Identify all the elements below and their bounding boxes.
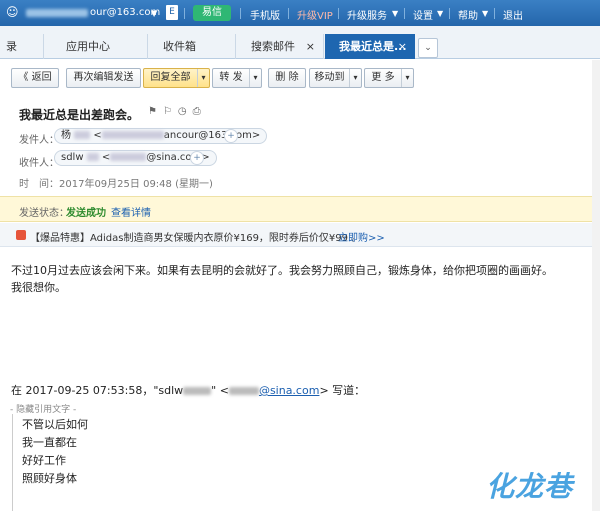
ad-buy-link[interactable]: 立即购>>: [338, 229, 385, 244]
quote-line: 照顾好身体: [22, 472, 77, 485]
more-label: 更 多: [371, 72, 395, 83]
from-label: 发件人：: [19, 135, 59, 146]
move-chevron-down-icon[interactable]: ▾: [349, 69, 361, 87]
to-label: 收件人：: [19, 158, 59, 169]
quote-prefix: 在 2017-09-25 07:53:58，"sdlw: [11, 384, 184, 397]
quote-header: 在 2017-09-25 07:53:58，"sdlw " < @sina.com>…: [11, 382, 365, 398]
quote-suffix: > 写道：: [319, 384, 366, 397]
add-contact-plus-icon[interactable]: +: [224, 129, 238, 143]
reedit-send-button[interactable]: 再次编辑发送: [66, 68, 141, 88]
forward-button[interactable]: 转 发 ▾: [212, 68, 262, 88]
quote-line: 好好工作: [22, 454, 66, 467]
more-chevron-down-icon[interactable]: ▾: [401, 69, 413, 87]
avatar-icon[interactable]: ☺: [6, 5, 19, 19]
redacted: [101, 131, 164, 139]
vip-link[interactable]: 升级VIP: [297, 7, 333, 22]
top-bar: ☺ our@163.com ▼ E 易信 手机版 升级VIP 升级服务 ▼ 设置…: [0, 0, 600, 26]
status-label: 发送状态：: [19, 208, 69, 219]
tab-app-center[interactable]: 应用中心: [52, 34, 148, 59]
upgrade-service-link[interactable]: 升级服务: [347, 7, 387, 22]
upgrade-chevron-icon[interactable]: ▼: [392, 9, 398, 18]
sender-name: 杨: [61, 130, 71, 141]
notebook-icon[interactable]: E: [166, 5, 178, 20]
mail-subject: 我最近总是出差跑会。: [19, 108, 140, 122]
subject-action-icons[interactable]: ⚑⚐◷⎙: [148, 106, 207, 117]
close-icon[interactable]: ×: [306, 34, 315, 59]
settings-chevron-icon[interactable]: ▼: [437, 9, 443, 18]
move-to-button[interactable]: 移动到 ▾: [309, 68, 362, 88]
divider: [240, 8, 241, 19]
quote-email-link[interactable]: @sina.com: [259, 384, 320, 397]
logout-link[interactable]: 退出: [503, 7, 523, 22]
tab-label: 录: [6, 40, 17, 53]
delete-button[interactable]: 删 除: [268, 68, 306, 88]
redacted: [183, 387, 212, 395]
more-button[interactable]: 更 多 ▾: [364, 68, 414, 88]
redacted: [86, 153, 99, 161]
close-icon[interactable]: ×: [398, 34, 407, 59]
redacted: [110, 153, 147, 161]
tab-label: 应用中心: [66, 40, 110, 53]
mobile-link[interactable]: 手机版: [250, 7, 280, 22]
help-link[interactable]: 帮助: [458, 7, 478, 22]
toolbar: 《 返回 再次编辑发送 回复全部 ▾ 转 发 ▾ 删 除 移动到 ▾ 更 多 ▾: [0, 60, 600, 93]
gift-icon: [16, 230, 26, 240]
reply-all-label: 回复全部: [150, 72, 191, 83]
user-menu-chevron-icon[interactable]: ▼: [151, 9, 157, 18]
watermark-logo: 化龙巷: [486, 470, 574, 503]
quote-line: 我一直都在: [22, 436, 77, 449]
ad-text[interactable]: 【爆品特惠】Adidas制造商男女保暖内衣原价¥169，限时券后价仅¥99 。: [30, 229, 361, 244]
tab-inbox[interactable]: 收件箱: [149, 34, 236, 59]
quote-line: 不管以后如何: [22, 418, 88, 431]
tab-more-chevron-icon[interactable]: ⌄: [418, 38, 438, 58]
forward-label: 转 发: [219, 72, 243, 83]
body-text: 我很想你。: [11, 281, 66, 294]
sent-time: 时 间：2017年09月25日 09:48 (星期一): [19, 179, 213, 190]
body-text: 不过10月过去应该会闲下来。如果有去昆明的会就好了。我会努力照顾自己，锻炼身体，…: [11, 264, 553, 277]
yixin-button[interactable]: 易信: [193, 5, 231, 21]
help-chevron-icon[interactable]: ▼: [482, 9, 488, 18]
move-to-label: 移动到: [314, 72, 345, 83]
send-status-bar: 发送状态： 发送成功 查看详情: [0, 196, 600, 222]
sender-email: ancour@163.com>: [163, 130, 261, 141]
user-email[interactable]: our@163.com: [90, 7, 160, 18]
yixin-label: 易信: [202, 7, 222, 18]
ad-bar: 【爆品特惠】Adidas制造商男女保暖内衣原价¥169，限时券后价仅¥99 。 …: [0, 223, 600, 247]
scrollbar[interactable]: [592, 60, 600, 511]
status-details-link[interactable]: 查看详情: [111, 204, 151, 219]
quote-middle: " <: [211, 384, 229, 397]
tab-bar: 录 应用中心 收件箱 搜索邮件 × 我最近总是... × ⌄: [0, 26, 600, 59]
user-email-redacted: [26, 9, 88, 17]
tab-label: 我最近总是...: [339, 40, 407, 53]
add-contact-plus-icon[interactable]: +: [190, 151, 204, 165]
tab-current-mail[interactable]: 我最近总是... ×: [325, 34, 415, 59]
divider: [184, 8, 185, 19]
divider: [494, 8, 495, 19]
tab-label: 搜索邮件: [251, 40, 295, 53]
reply-chevron-down-icon[interactable]: ▾: [197, 69, 209, 87]
redacted: [228, 387, 259, 395]
reply-all-button[interactable]: 回复全部 ▾: [143, 68, 210, 88]
tab-directory[interactable]: 录: [0, 34, 44, 59]
divider: [449, 8, 450, 19]
divider: [404, 8, 405, 19]
tab-label: 收件箱: [163, 40, 196, 53]
quote-block: 不管以后如何 我一直都在 好好工作 照顾好身体: [12, 414, 452, 511]
divider: [338, 8, 339, 19]
recipient-name: sdlw: [61, 152, 84, 163]
forward-chevron-down-icon[interactable]: ▾: [249, 69, 261, 87]
back-button[interactable]: 《 返回: [11, 68, 59, 88]
status-value: 发送成功: [66, 208, 106, 219]
redacted: [74, 131, 91, 139]
settings-link[interactable]: 设置: [413, 7, 433, 22]
divider: [288, 8, 289, 19]
tab-search-mail[interactable]: 搜索邮件 ×: [237, 34, 324, 59]
